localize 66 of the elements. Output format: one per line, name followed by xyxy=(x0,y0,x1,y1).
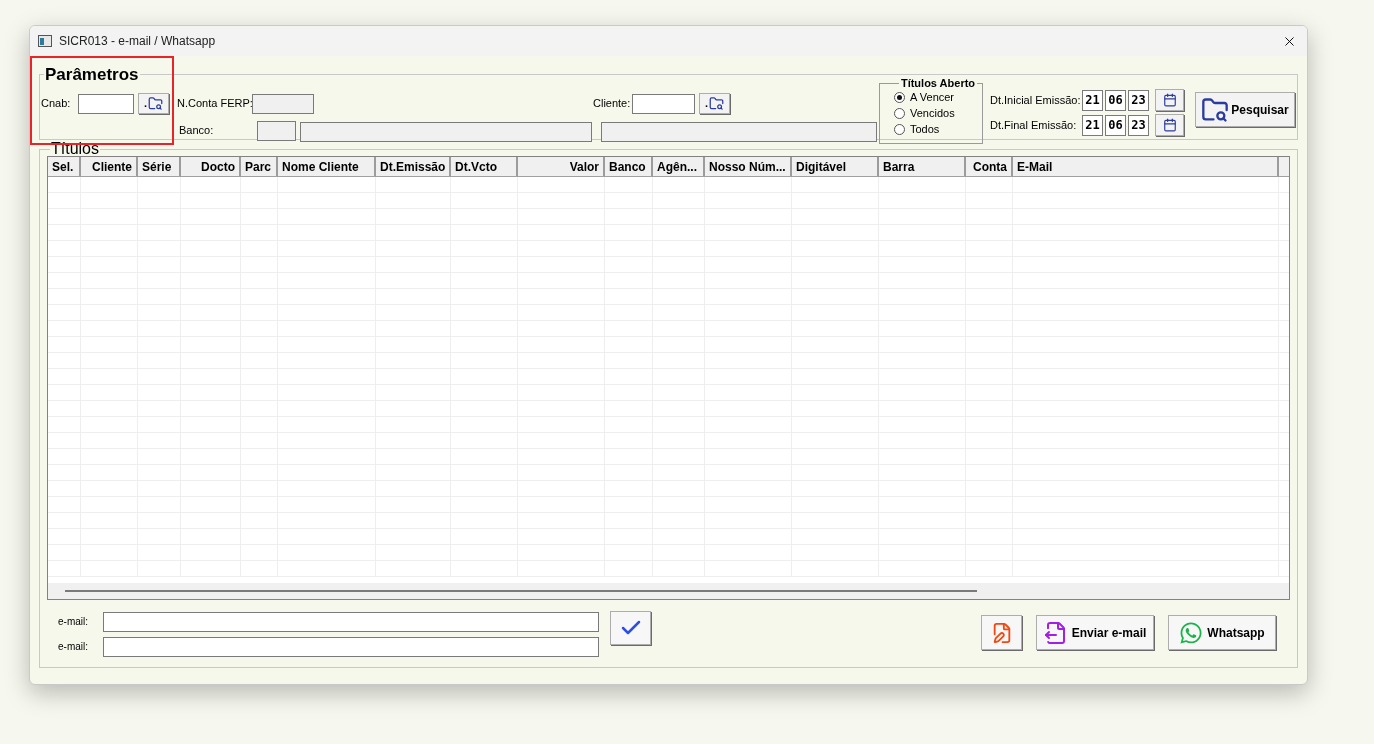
radio-option[interactable]: Vencidos xyxy=(894,105,982,121)
column-header[interactable]: Nome Cliente xyxy=(278,157,376,176)
calendar-icon xyxy=(1162,93,1177,107)
window-title: SICR013 - e-mail / Whatsapp xyxy=(59,33,216,50)
date-segment-field[interactable]: 21 xyxy=(1082,114,1103,136)
folder-search-icon xyxy=(148,96,164,111)
bank-name-field[interactable] xyxy=(300,121,592,142)
field-label: Cliente: xyxy=(593,96,632,112)
radio-button[interactable] xyxy=(894,107,905,119)
date-segment-field[interactable]: 06 xyxy=(1105,114,1126,136)
field-label: e-mail: xyxy=(57,640,89,654)
field-label: e-mail: xyxy=(57,615,89,629)
account-field[interactable] xyxy=(252,93,314,114)
date-segment-field[interactable]: 23 xyxy=(1128,89,1149,111)
email-field[interactable] xyxy=(103,636,599,657)
scrollbar-thumb[interactable] xyxy=(65,590,977,592)
radio-option[interactable]: Todos xyxy=(894,121,982,137)
horizontal-scrollbar[interactable] xyxy=(48,583,1289,599)
whatsapp-icon xyxy=(1179,620,1204,645)
action-button[interactable] xyxy=(981,615,1022,650)
email-field[interactable] xyxy=(103,611,599,632)
field-label: N.Conta FERP: xyxy=(177,96,252,112)
column-header[interactable]: Valor xyxy=(518,157,605,176)
column-header[interactable]: Série xyxy=(138,157,181,176)
radio-button[interactable] xyxy=(894,123,905,135)
client-field[interactable] xyxy=(632,93,695,114)
field-label: Banco: xyxy=(179,123,215,139)
folder-search-icon xyxy=(709,96,725,111)
calendar-button[interactable] xyxy=(1155,89,1184,111)
column-header[interactable]: Nosso Núm... xyxy=(705,157,792,176)
column-header[interactable]: Banco xyxy=(605,157,653,176)
column-header[interactable]: Docto xyxy=(181,157,241,176)
column-header[interactable]: Dt.Emissão xyxy=(376,157,451,176)
field-label: Dt.Inicial Emissão: xyxy=(990,92,1082,108)
action-button[interactable]: Enviar e-mail xyxy=(1036,615,1154,650)
column-header[interactable]: E-Mail xyxy=(1013,157,1279,176)
document-arrow-icon xyxy=(1043,620,1068,645)
column-header[interactable]: Agên... xyxy=(653,157,705,176)
column-header[interactable]: Cliente xyxy=(81,157,138,176)
client-name-field[interactable] xyxy=(601,121,877,142)
date-segment-field[interactable]: 21 xyxy=(1082,89,1103,111)
column-header[interactable]: Dt.Vcto xyxy=(451,157,518,176)
calendar-button[interactable] xyxy=(1155,114,1184,136)
radio-option[interactable]: A Vencer xyxy=(894,89,982,105)
action-button[interactable]: Whatsapp xyxy=(1168,615,1276,650)
field-label: Dt.Final Emissão: xyxy=(990,117,1078,133)
date-segment-field[interactable]: 23 xyxy=(1128,114,1149,136)
radio-button[interactable] xyxy=(894,91,905,103)
confirm-button[interactable] xyxy=(610,611,651,645)
column-header[interactable]: Conta xyxy=(966,157,1013,176)
search-button[interactable]: Pesquisar xyxy=(1195,92,1295,127)
window-icon xyxy=(38,35,52,47)
lookup-button[interactable]: . xyxy=(138,93,169,114)
column-header[interactable]: Barra xyxy=(879,157,966,176)
cnab-field[interactable] xyxy=(78,93,134,114)
group-title: Títulos Aberto xyxy=(899,77,977,89)
date-segment-field[interactable]: 06 xyxy=(1105,89,1126,111)
column-header[interactable]: Digitável xyxy=(792,157,879,176)
bank-code-field[interactable] xyxy=(257,120,296,141)
group-title: Parâmetros xyxy=(44,66,140,83)
column-header[interactable]: Sel. xyxy=(48,157,81,176)
column-header[interactable]: Parc xyxy=(241,157,278,176)
folder-search-icon xyxy=(1201,95,1230,124)
lookup-button[interactable]: . xyxy=(699,93,730,114)
calendar-icon xyxy=(1162,118,1177,132)
field-label: Cnab: xyxy=(41,96,72,112)
